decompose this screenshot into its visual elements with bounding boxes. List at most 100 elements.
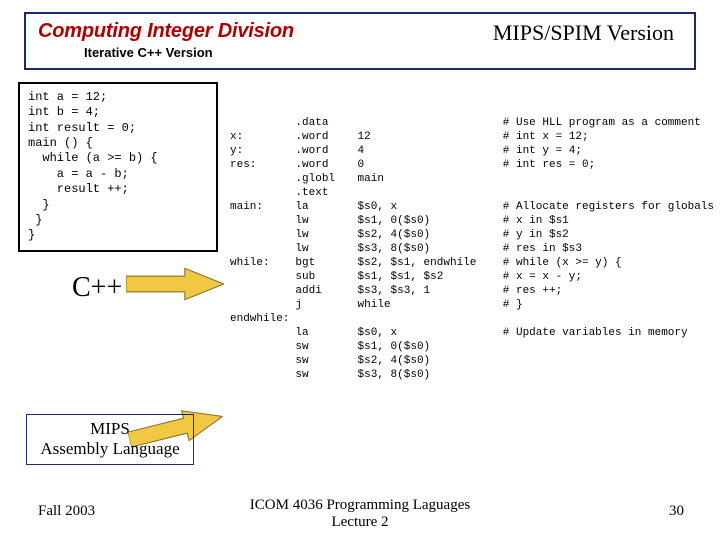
- footer-center: ICOM 4036 Programming Laguages Lecture 2: [0, 497, 720, 530]
- asm-cell: [230, 270, 295, 284]
- asm-cell: # x = x - y;: [503, 270, 720, 284]
- asm-cell: .globl: [295, 172, 357, 186]
- asm-cell: [503, 368, 720, 382]
- asm-cell: [230, 214, 295, 228]
- asm-cell: x:: [230, 130, 295, 144]
- asm-cell: $s2, 4($s0): [358, 354, 503, 368]
- asm-cell: $s2, 4($s0): [358, 228, 503, 242]
- footer-center-1: ICOM 4036 Programming Laguages: [250, 497, 470, 513]
- asm-cell: lw: [295, 228, 357, 242]
- asm-cell: 4: [358, 144, 503, 158]
- asm-row: sub$s1, $s1, $s2 # x = x - y;: [230, 270, 720, 284]
- asm-cell: bgt: [295, 256, 357, 270]
- arrow-icon: [126, 266, 224, 302]
- asm-cell: endwhile:: [230, 312, 295, 326]
- asm-row: lw$s1, 0($s0)# x in $s1: [230, 214, 720, 228]
- asm-cell: [230, 172, 295, 186]
- asm-cell: [503, 186, 720, 200]
- asm-row: x:.word12# int x = 12;: [230, 130, 720, 144]
- asm-row: sw$s2, 4($s0): [230, 354, 720, 368]
- asm-cell: [295, 312, 357, 326]
- asm-row: lw$s2, 4($s0)# y in $s2: [230, 228, 720, 242]
- asm-cell: [503, 172, 720, 186]
- asm-cell: $s3, 8($s0): [358, 242, 503, 256]
- asm-cell: # res in $s3: [503, 242, 720, 256]
- asm-cell: $s2, $s1, endwhile: [358, 256, 503, 270]
- asm-cell: .data: [295, 116, 357, 130]
- asm-cell: addi: [295, 284, 357, 298]
- asm-cell: $s0, x: [358, 200, 503, 214]
- title-box: Computing Integer Division Iterative C++…: [24, 12, 696, 70]
- asm-row: .globlmain: [230, 172, 720, 186]
- title-right: MIPS/SPIM Version: [493, 20, 674, 46]
- asm-row: sw$s3, 8($s0): [230, 368, 720, 382]
- cpp-code-box: int a = 12; int b = 4; int result = 0; m…: [18, 82, 218, 252]
- mips-label-2: Assembly Language: [29, 439, 191, 459]
- asm-cell: # Update variables in memory: [503, 326, 720, 340]
- asm-cell: # int y = 4;: [503, 144, 720, 158]
- asm-cell: # y in $s2: [503, 228, 720, 242]
- asm-cell: while: [358, 298, 503, 312]
- asm-cell: .text: [295, 186, 357, 200]
- asm-cell: [358, 312, 503, 326]
- asm-row: jwhile# }: [230, 298, 720, 312]
- asm-row: .text: [230, 186, 720, 200]
- asm-cell: [358, 116, 503, 130]
- asm-row: while:bgt$s2, $s1, endwhile# while (x >=…: [230, 256, 720, 270]
- asm-cell: $s3, 8($s0): [358, 368, 503, 382]
- asm-cell: res:: [230, 158, 295, 172]
- asm-cell: .word: [295, 144, 357, 158]
- asm-cell: # Allocate registers for globals: [503, 200, 720, 214]
- asm-cell: sw: [295, 340, 357, 354]
- asm-cell: [230, 354, 295, 368]
- asm-cell: # x in $s1: [503, 214, 720, 228]
- asm-cell: main:: [230, 200, 295, 214]
- asm-cell: # res ++;: [503, 284, 720, 298]
- asm-cell: $s1, 0($s0): [358, 340, 503, 354]
- asm-cell: lw: [295, 242, 357, 256]
- asm-cell: .word: [295, 130, 357, 144]
- asm-cell: sw: [295, 368, 357, 382]
- asm-cell: [230, 284, 295, 298]
- asm-cell: [503, 354, 720, 368]
- asm-row: .data # Use HLL program as a comment: [230, 116, 720, 130]
- assembly-table: .data# Use HLL program as a commentx:.wo…: [230, 116, 720, 382]
- cpp-label: C++: [72, 272, 122, 304]
- asm-cell: # int x = 12;: [503, 130, 720, 144]
- asm-cell: [230, 228, 295, 242]
- asm-cell: # }: [503, 298, 720, 312]
- asm-row: addi$s3, $s3, 1# res ++;: [230, 284, 720, 298]
- asm-row: la$s0, x# Update variables in memory: [230, 326, 720, 340]
- asm-cell: [230, 242, 295, 256]
- asm-cell: [230, 368, 295, 382]
- asm-cell: [230, 116, 295, 130]
- asm-row: sw$s1, 0($s0): [230, 340, 720, 354]
- asm-row: res:.word0# int res = 0;: [230, 158, 720, 172]
- asm-cell: [503, 312, 720, 326]
- asm-cell: $s1, 0($s0): [358, 214, 503, 228]
- asm-row: lw$s3, 8($s0)# res in $s3: [230, 242, 720, 256]
- asm-cell: [503, 340, 720, 354]
- mips-label-box: MIPS Assembly Language: [26, 414, 194, 465]
- asm-cell: sub: [295, 270, 357, 284]
- footer-right: 30: [669, 503, 684, 520]
- asm-cell: # Use HLL program as a comment: [503, 116, 720, 130]
- asm-cell: 12: [358, 130, 503, 144]
- asm-cell: y:: [230, 144, 295, 158]
- asm-cell: [230, 298, 295, 312]
- asm-cell: la: [295, 326, 357, 340]
- asm-cell: # int res = 0;: [503, 158, 720, 172]
- asm-cell: [230, 340, 295, 354]
- asm-cell: [230, 186, 295, 200]
- asm-cell: main: [358, 172, 503, 186]
- title-main: Computing Integer Division: [38, 20, 392, 43]
- asm-cell: while:: [230, 256, 295, 270]
- asm-cell: 0: [358, 158, 503, 172]
- footer-center-2: Lecture 2: [331, 514, 388, 530]
- asm-row: y:.word4# int y = 4;: [230, 144, 720, 158]
- asm-cell: [230, 326, 295, 340]
- asm-cell: $s3, $s3, 1: [358, 284, 503, 298]
- asm-cell: .word: [295, 158, 357, 172]
- mips-label-1: MIPS: [29, 419, 191, 439]
- asm-cell: sw: [295, 354, 357, 368]
